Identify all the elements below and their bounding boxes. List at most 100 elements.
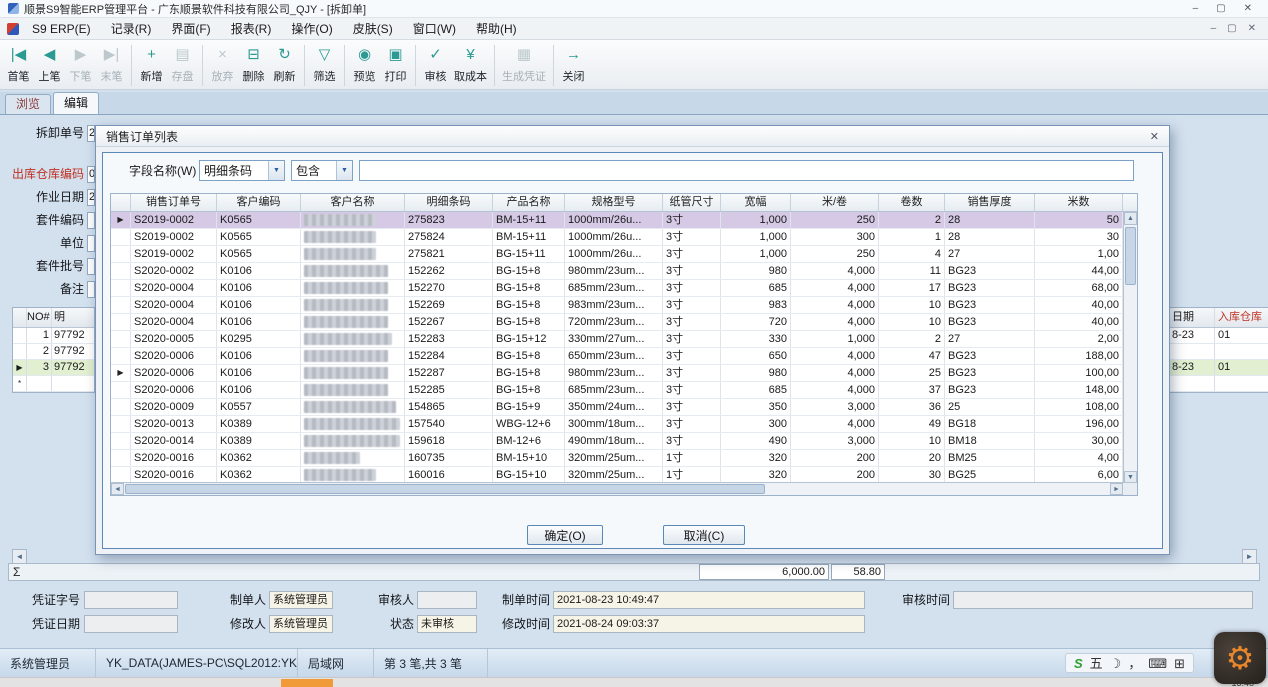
sales-order-row[interactable]: S2020-0002K0106152262BG-15+8980mm/23um..…	[111, 263, 1137, 280]
column-header-meters-per-roll[interactable]: 米/卷	[791, 194, 879, 211]
column-header-customer-code[interactable]: 客户编码	[217, 194, 301, 211]
detail-row[interactable]: *	[13, 376, 94, 392]
toolbar-audit-button[interactable]: ✓审核	[420, 42, 451, 89]
toolbar-cost-button[interactable]: ¥取成本	[451, 42, 490, 89]
edit-field-input[interactable]	[87, 258, 95, 275]
column-header-width[interactable]: 宽幅	[721, 194, 791, 211]
ime-toolbar[interactable]: S五☽，⌨⊞	[1065, 653, 1194, 673]
detail-row[interactable]: ▶397792	[13, 360, 94, 376]
ok-button[interactable]: 确定(O)	[527, 525, 603, 545]
ime-keyboard-icon[interactable]: ⌨	[1148, 657, 1167, 670]
hscroll-thumb[interactable]	[125, 484, 765, 494]
sales-order-row[interactable]: S2020-0004K0106152267BG-15+8720mm/23um..…	[111, 314, 1137, 331]
toolbar-add-button[interactable]: +新增	[136, 42, 167, 89]
ime-grid-icon[interactable]: ⊞	[1174, 657, 1185, 670]
sales-order-row[interactable]: S2020-0006K0106152284BG-15+8650mm/23um..…	[111, 348, 1137, 365]
detail-row-right[interactable]	[1169, 376, 1268, 392]
menu-item[interactable]: 界面(F)	[161, 18, 220, 40]
detail-row-right[interactable]	[1169, 344, 1268, 360]
ime-wubi-icon[interactable]: 五	[1090, 657, 1103, 670]
toolbar-print-button[interactable]: ▣打印	[380, 42, 411, 89]
auditor-field[interactable]	[417, 591, 477, 609]
edit-field-input[interactable]: 2	[87, 125, 95, 142]
edit-field-input[interactable]	[87, 281, 95, 298]
sales-order-row[interactable]: S2020-0013K0389157540WBG-12+6300mm/18um.…	[111, 416, 1137, 433]
edit-field-input[interactable]: 2	[87, 189, 95, 206]
status-field[interactable]: 未审核	[417, 615, 477, 633]
column-header-order-no[interactable]: 销售订单号	[131, 194, 217, 211]
dialog-titlebar[interactable]: 销售订单列表 ✕	[96, 126, 1169, 147]
sales-order-row[interactable]: S2020-0014K0389159618BM-12+6490mm/18um..…	[111, 433, 1137, 450]
mdi-close-button[interactable]: ✕	[1248, 23, 1256, 34]
scroll-right-icon[interactable]: ►	[1242, 549, 1257, 564]
column-header-thickness[interactable]: 销售厚度	[945, 194, 1035, 211]
taskbar-active-item[interactable]	[281, 679, 333, 687]
menu-item[interactable]: 记录(R)	[101, 18, 162, 40]
scroll-right-icon[interactable]: ►	[1110, 483, 1123, 495]
tab-browse[interactable]: 浏览	[5, 94, 51, 114]
column-header-barcode[interactable]: 明细条码	[405, 194, 493, 211]
toolbar-refresh-button[interactable]: ↻刷新	[269, 42, 300, 89]
ime-fullhalf-icon[interactable]: ☽	[1110, 657, 1122, 670]
sales-order-row[interactable]: S2020-0016K0362160735BM-15+10320mm/25um.…	[111, 450, 1137, 467]
column-header-product-name[interactable]: 产品名称	[493, 194, 565, 211]
edit-field-input[interactable]	[87, 212, 95, 229]
chevron-down-icon[interactable]: ▼	[268, 161, 284, 180]
toolbar-exit-button[interactable]: →关闭	[558, 42, 589, 89]
column-header-spec[interactable]: 规格型号	[565, 194, 663, 211]
sales-order-row[interactable]: S2020-0004K0106152269BG-15+8983mm/23um..…	[111, 297, 1137, 314]
modifier-field[interactable]: 系统管理员	[269, 615, 333, 633]
menu-item[interactable]: 报表(R)	[221, 18, 282, 40]
grid-vertical-scrollbar[interactable]: ▲ ▼	[1123, 212, 1137, 484]
operator-select[interactable]: 包含 ▼	[291, 160, 353, 181]
toolbar-delete-button[interactable]: ⊟删除	[238, 42, 269, 89]
ime-punct-icon[interactable]: ，	[1128, 657, 1141, 670]
maximize-button[interactable]: ▢	[1216, 3, 1225, 14]
field-name-select[interactable]: 明细条码 ▼	[199, 160, 285, 181]
sales-order-row[interactable]: S2020-0005K0295152283BG-15+12330mm/27um.…	[111, 331, 1137, 348]
toolbar-first-record-button[interactable]: |◀首笔	[3, 42, 34, 89]
dialog-close-icon[interactable]: ✕	[1150, 130, 1159, 143]
detail-row-right[interactable]: 8-2301	[1169, 360, 1268, 376]
column-header-tube-size[interactable]: 纸管尺寸	[663, 194, 721, 211]
close-button[interactable]: ✕	[1244, 3, 1252, 14]
voucher-date-field[interactable]	[84, 615, 178, 633]
mdi-minimize-button[interactable]: –	[1211, 23, 1217, 34]
scroll-left-icon[interactable]: ◄	[12, 549, 27, 564]
sales-order-row[interactable]: S2020-0009K0557154865BG-15+9350mm/24um..…	[111, 399, 1137, 416]
menu-item[interactable]: 帮助(H)	[466, 18, 527, 40]
scroll-up-icon[interactable]: ▲	[1124, 212, 1137, 225]
detail-row-right[interactable]: 8-2301	[1169, 328, 1268, 344]
chevron-down-icon[interactable]: ▼	[336, 161, 352, 180]
tab-edit[interactable]: 编辑	[53, 92, 99, 114]
voucher-no-field[interactable]	[84, 591, 178, 609]
cancel-button[interactable]: 取消(C)	[663, 525, 745, 545]
menu-item[interactable]: 窗口(W)	[403, 18, 466, 40]
sales-order-row[interactable]: S2020-0004K0106152270BG-15+8685mm/23um..…	[111, 280, 1137, 297]
audit-time-field[interactable]	[953, 591, 1253, 609]
detail-row[interactable]: 197792	[13, 328, 94, 344]
column-header-rolls[interactable]: 卷数	[879, 194, 945, 211]
edit-field-input[interactable]: 0	[87, 166, 95, 183]
column-header-customer-name[interactable]: 客户名称	[301, 194, 405, 211]
creator-field[interactable]: 系统管理员	[269, 591, 333, 609]
toolbar-filter-button[interactable]: ▽筛选	[309, 42, 340, 89]
detail-row[interactable]: 297792	[13, 344, 94, 360]
filter-value-input[interactable]	[359, 160, 1134, 181]
column-header-meters[interactable]: 米数	[1035, 194, 1123, 211]
menu-item[interactable]: S9 ERP(E)	[22, 18, 101, 40]
create-time-field[interactable]: 2021-08-23 10:49:47	[553, 591, 865, 609]
grid-horizontal-scrollbar[interactable]: ◄ ►	[111, 482, 1123, 495]
sales-order-row[interactable]: S2019-0002K0565275824BM-15+111000mm/26u.…	[111, 229, 1137, 246]
menu-item[interactable]: 操作(O)	[281, 18, 342, 40]
mdi-restore-button[interactable]: ▢	[1227, 23, 1236, 34]
edit-field-input[interactable]	[87, 235, 95, 252]
modify-time-field[interactable]: 2021-08-24 09:03:37	[553, 615, 865, 633]
sales-order-row[interactable]: S2019-0002K0565275821BG-15+111000mm/26u.…	[111, 246, 1137, 263]
sales-order-row[interactable]: ▶S2019-0002K0565275823BM-15+111000mm/26u…	[111, 212, 1137, 229]
sales-order-row[interactable]: S2020-0006K0106152285BG-15+8685mm/23um..…	[111, 382, 1137, 399]
toolbar-prev-record-button[interactable]: ◀上笔	[34, 42, 65, 89]
minimize-button[interactable]: –	[1193, 3, 1199, 14]
sales-order-row[interactable]: ▶S2020-0006K0106152287BG-15+8980mm/23um.…	[111, 365, 1137, 382]
toolbar-preview-button[interactable]: ◉预览	[349, 42, 380, 89]
